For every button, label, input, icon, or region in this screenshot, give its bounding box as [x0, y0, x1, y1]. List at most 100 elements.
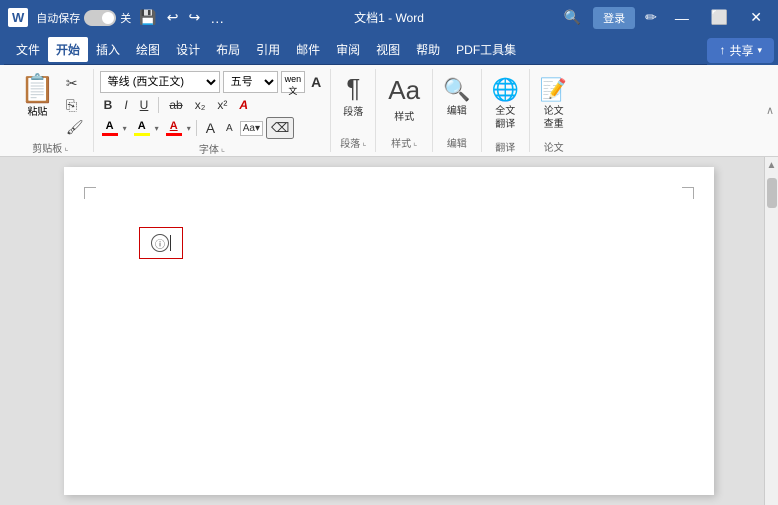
document-page[interactable]: ⓘ	[64, 167, 714, 495]
ribbon-collapse-button[interactable]: ∧	[762, 65, 778, 156]
close-button[interactable]: ✕	[742, 7, 770, 28]
font-style-button[interactable]: A	[235, 96, 252, 114]
menu-pdf[interactable]: PDF工具集	[448, 37, 524, 62]
font-expand[interactable]: ⌞	[221, 143, 225, 154]
highlight-color-button[interactable]: A	[132, 119, 152, 137]
styles-button[interactable]: Aa 样式	[382, 71, 426, 127]
menu-view[interactable]: 视图	[368, 37, 408, 62]
editing-button[interactable]: 🔍 编辑	[439, 71, 474, 124]
underline-color-dropdown[interactable]: ▾	[187, 124, 191, 133]
paragraph-icon: ¶	[346, 75, 360, 101]
menu-references[interactable]: 引用	[248, 37, 288, 62]
translate-button[interactable]: 🌐 全文翻译	[488, 71, 523, 137]
menu-help[interactable]: 帮助	[408, 37, 448, 62]
subscript-button[interactable]: x₂	[191, 96, 210, 114]
undo-button[interactable]: ↩	[163, 7, 183, 28]
menu-file[interactable]: 文件	[8, 37, 48, 62]
font-row2: B I U ab x₂ x² A	[100, 96, 325, 114]
window-title: 文档1 - Word	[354, 9, 424, 26]
ribbon-group-paper: 📝 论文查重 论文	[530, 69, 577, 152]
translate-label: 全文翻译	[495, 105, 515, 131]
corner-mark-tl	[84, 187, 96, 199]
share-button[interactable]: ↑ 共享 ▾	[707, 38, 774, 63]
styles-expand[interactable]: ⌞	[413, 137, 417, 148]
paragraph-label: 段落	[343, 103, 363, 118]
paper-label: 论文查重	[544, 105, 564, 131]
scroll-up-arrow[interactable]: ▲	[764, 157, 778, 174]
font-size-selector[interactable]: 五号	[223, 71, 278, 93]
paper-content: 📝 论文查重	[536, 71, 571, 137]
ribbon-group-font: 等线 (西文正文) 五号 wen文 A B I U ab x₂ x² A	[94, 69, 332, 152]
paragraph-button[interactable]: ¶ 段落	[337, 71, 369, 122]
restore-button[interactable]: ⬜	[703, 7, 736, 28]
copy-button[interactable]: ⎘	[63, 95, 87, 116]
editing-group-label: 编辑	[439, 133, 474, 150]
strikethrough-button[interactable]: ab	[165, 96, 186, 114]
share-label: 共享	[729, 42, 753, 59]
styles-label: 样式	[394, 108, 414, 123]
font-size-up[interactable]: A	[202, 118, 219, 138]
cut-button[interactable]: ✂	[63, 73, 87, 94]
paragraph-content: ¶ 段落	[337, 71, 369, 133]
editing-content: 🔍 编辑	[439, 71, 474, 133]
styles-icon: Aa	[388, 75, 420, 106]
ribbon: 📋 粘贴 ✂ ⎘ 🖌 剪贴板 ⌞ 等线 (西文正文) 五号 we	[0, 65, 778, 157]
para-expand[interactable]: ⌞	[362, 137, 366, 148]
font-A-button[interactable]: A	[308, 72, 324, 92]
menu-design[interactable]: 设计	[168, 37, 208, 62]
editing-label: 编辑	[447, 105, 467, 118]
ribbon-group-paragraph: ¶ 段落 段落 ⌞	[331, 69, 376, 152]
customize-button[interactable]: ✏	[641, 7, 661, 28]
menu-draw[interactable]: 绘图	[128, 37, 168, 62]
font-family-selector[interactable]: 等线 (西文正文)	[100, 71, 220, 93]
menu-review[interactable]: 审阅	[328, 37, 368, 62]
styles-content: Aa 样式	[382, 71, 426, 133]
scroll-thumb[interactable]	[767, 178, 777, 208]
toggle-knob	[102, 12, 114, 24]
font-content: 等线 (西文正文) 五号 wen文 A B I U ab x₂ x² A	[100, 71, 325, 139]
menu-mailings[interactable]: 邮件	[288, 37, 328, 62]
paste-icon: 📋	[20, 75, 55, 103]
ribbon-group-editing: 🔍 编辑 编辑	[433, 69, 481, 152]
clipboard-label: 剪贴板 ⌞	[14, 138, 87, 155]
clipboard-small-btns: ✂ ⎘ 🖌	[63, 71, 87, 138]
autosave-area: 自动保存 关	[36, 10, 131, 26]
format-painter-button[interactable]: 🖌	[63, 117, 87, 138]
paper-check-button[interactable]: 📝 论文查重	[536, 71, 571, 137]
underline-color-button[interactable]: A	[164, 119, 184, 137]
wen-button[interactable]: wen文	[281, 71, 306, 93]
autosave-toggle[interactable]	[84, 10, 116, 26]
word-logo: W	[8, 8, 28, 27]
minimize-button[interactable]: —	[667, 8, 697, 28]
save-button[interactable]: 💾	[135, 7, 160, 28]
more-tools-button[interactable]: …	[206, 8, 228, 28]
login-button[interactable]: 登录	[593, 7, 635, 29]
font-color-dropdown[interactable]: ▾	[123, 124, 127, 133]
paper-icon: 📝	[540, 77, 567, 103]
change-case-button[interactable]: Aa▾	[240, 121, 263, 136]
clear-format-button[interactable]: ⌫	[266, 117, 294, 139]
italic-button[interactable]: I	[120, 96, 131, 114]
text-caret	[170, 235, 171, 251]
underline-button[interactable]: U	[136, 96, 153, 114]
superscript-button[interactable]: x²	[213, 96, 231, 114]
corner-mark-tr	[682, 187, 694, 199]
vertical-scrollbar[interactable]: ▲	[764, 157, 778, 505]
paste-button[interactable]: 📋 粘贴	[14, 71, 61, 122]
translate-content: 🌐 全文翻译	[488, 71, 523, 137]
ribbon-group-clipboard: 📋 粘贴 ✂ ⎘ 🖌 剪贴板 ⌞	[8, 69, 94, 152]
menu-layout[interactable]: 布局	[208, 37, 248, 62]
redo-button[interactable]: ↪	[184, 7, 204, 28]
styles-group-label: 样式 ⌞	[382, 133, 426, 150]
titlebar-right-controls: 🔍 登录 ✏ — ⬜ ✕	[558, 7, 770, 29]
underline-bar	[166, 133, 182, 136]
menu-home[interactable]: 开始	[48, 37, 88, 62]
font-size-down[interactable]: A	[222, 121, 237, 136]
clipboard-expand[interactable]: ⌞	[64, 142, 68, 153]
search-button[interactable]: 🔍	[558, 7, 587, 28]
font-color-button[interactable]: A	[100, 119, 120, 137]
highlight-dropdown[interactable]: ▾	[155, 124, 159, 133]
menu-insert[interactable]: 插入	[88, 37, 128, 62]
autosave-label: 自动保存	[36, 10, 80, 26]
bold-button[interactable]: B	[100, 96, 117, 114]
